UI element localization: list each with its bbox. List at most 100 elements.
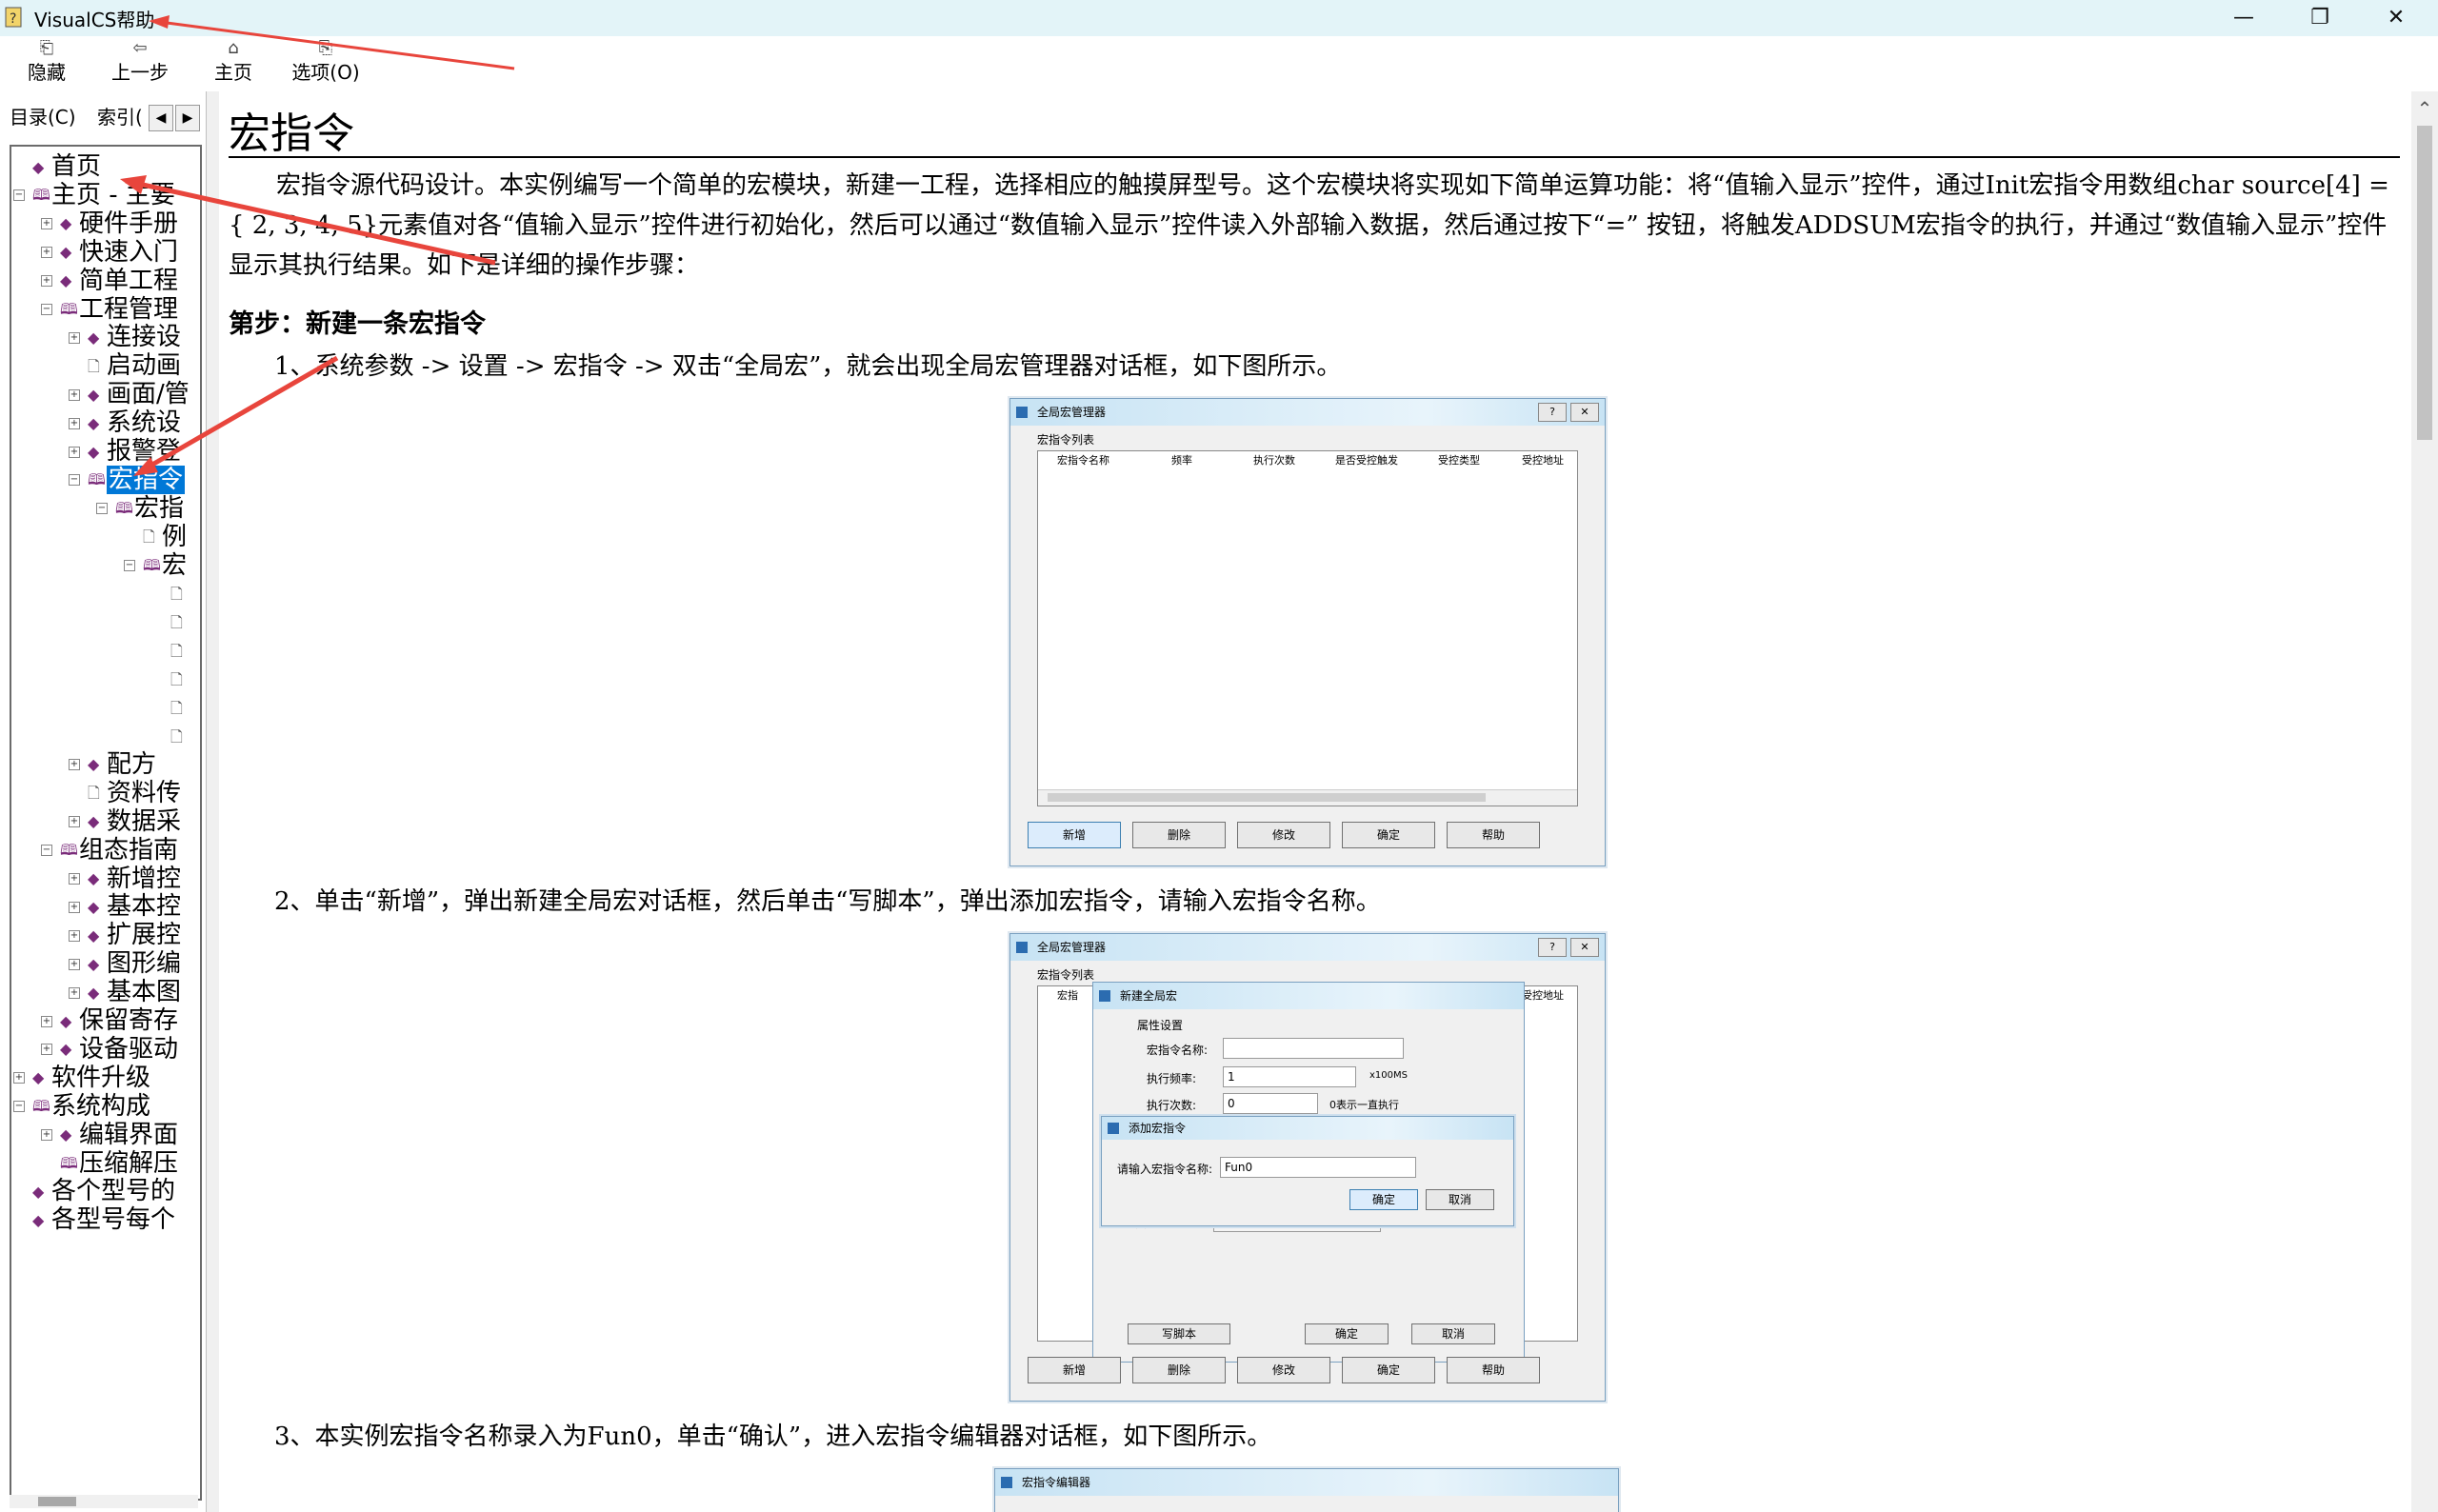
book-icon: ◆	[88, 925, 100, 945]
tree-item[interactable]: 🕮压缩解压	[41, 1149, 178, 1178]
tree-item[interactable]: 🗋	[151, 722, 190, 750]
intro-paragraph: 宏指令源代码设计。本实例编写一个简单的宏模块，新建一工程，选择相应的触摸屏型号。…	[229, 171, 2389, 280]
tree-item[interactable]: + ◆ 画面/管	[69, 380, 190, 408]
collapse-icon[interactable]: −	[41, 845, 52, 857]
tree-item[interactable]: − 🕮组态指南	[41, 836, 178, 865]
tree-item[interactable]: − 🕮主页 - 主要	[13, 181, 175, 209]
tree-item[interactable]: − 🕮宏	[124, 551, 187, 580]
minimize-button[interactable]: —	[2206, 0, 2282, 36]
tree-item[interactable]: + ◆ 新增控	[69, 865, 181, 893]
tree-item[interactable]: 🗋	[151, 636, 190, 665]
home-button[interactable]: ⌂ 主页	[210, 38, 257, 86]
expand-icon[interactable]: +	[69, 816, 80, 828]
tree-item[interactable]: + ◆ 保留寄存	[41, 1006, 178, 1035]
collapse-icon[interactable]: −	[13, 189, 25, 202]
tree-item[interactable]: − 🕮系统构成	[13, 1092, 150, 1121]
options-icon: ⎘	[318, 38, 333, 58]
expand-icon[interactable]: +	[69, 901, 80, 913]
maximize-button[interactable]: ❐	[2282, 0, 2358, 36]
tree-item-label: 图形编	[107, 949, 182, 979]
frequency-label: 执行频率:	[1147, 1072, 1197, 1085]
tree-item[interactable]: 🗋	[151, 693, 190, 722]
column-header: 受控地址	[1522, 989, 1564, 1002]
delete-button: 删除	[1132, 822, 1226, 848]
expand-icon[interactable]: +	[41, 275, 52, 288]
expand-icon[interactable]: +	[69, 417, 80, 429]
collapse-icon[interactable]: −	[96, 503, 108, 515]
tree-item[interactable]: − 🕮工程管理	[41, 295, 178, 324]
add-macro-dialog: 添加宏指令 请输入宏指令名称: Fun0 确定 取消	[1101, 1116, 1514, 1226]
dialog-icon	[1001, 1477, 1012, 1488]
tree-item[interactable]: + ◆ 基本图	[69, 978, 181, 1006]
tree-item[interactable]: 🗋 例	[124, 523, 187, 551]
tree-item[interactable]: − 🕮宏指	[96, 494, 184, 523]
tree-item[interactable]: + ◆ 设备驱动	[41, 1035, 178, 1064]
frequency-field: 1	[1223, 1066, 1356, 1087]
close-button[interactable]: ✕	[2358, 0, 2434, 36]
options-button[interactable]: ⎘ 选项(O)	[286, 38, 366, 86]
property-group-label: 属性设置	[1137, 1019, 1184, 1032]
tree-item[interactable]: + ◆ 报警登	[69, 437, 181, 466]
tab-scroll-left-button[interactable]: ◀	[149, 105, 173, 131]
expand-icon[interactable]: +	[69, 929, 80, 942]
expand-icon[interactable]: +	[41, 218, 52, 230]
expand-icon[interactable]: +	[69, 873, 80, 885]
scrollbar-thumb[interactable]	[2417, 126, 2432, 440]
scrollbar-thumb[interactable]	[38, 1497, 76, 1506]
expand-icon[interactable]: +	[69, 446, 80, 458]
expand-icon[interactable]: +	[69, 958, 80, 970]
expand-icon[interactable]: +	[69, 331, 80, 344]
tree-item[interactable]: ◆ 各个型号的	[13, 1177, 175, 1205]
tab-scroll-right-button[interactable]: ▶	[175, 105, 200, 131]
expand-icon[interactable]: +	[41, 247, 52, 259]
collapse-icon[interactable]: −	[69, 474, 80, 487]
book-icon: ◆	[88, 954, 100, 973]
tree-item[interactable]: + ◆ 快速入门	[41, 238, 178, 267]
tree-item[interactable]: + ◆ 简单工程	[41, 267, 178, 295]
tree-item[interactable]: + ◆ 基本控	[69, 892, 181, 921]
ok-button: 确定	[1342, 822, 1435, 848]
tab-index[interactable]: 索引(	[97, 103, 154, 131]
tree-item[interactable]: + ◆ 数据采	[69, 807, 181, 836]
hide-button[interactable]: ⎗ 隐藏	[23, 38, 70, 86]
expand-icon[interactable]: +	[69, 388, 80, 401]
scroll-up-icon[interactable]: ⌃	[2411, 97, 2438, 120]
step3-text: 3、本实例宏指令名称录入为Fun0，单击“确认”，进入宏指令编辑器对话框，如下图…	[274, 1422, 1272, 1451]
expand-icon[interactable]: +	[41, 1044, 52, 1056]
add-ok-button: 确定	[1349, 1189, 1418, 1210]
expand-icon[interactable]: +	[41, 1129, 52, 1142]
tree-item[interactable]: 🗋	[151, 665, 190, 693]
tree-item-selected[interactable]: − 🕮 宏指令	[69, 465, 186, 494]
tree-item-label: 画面/管	[107, 380, 190, 409]
tree-item[interactable]: + ◆ 扩展控	[69, 921, 181, 949]
tree-item[interactable]: + ◆ 硬件手册	[41, 209, 178, 238]
tree-item[interactable]: + ◆ 系统设	[69, 408, 181, 437]
tree-item[interactable]: + ◆ 编辑界面	[41, 1121, 178, 1149]
tree-horizontal-scrollbar[interactable]	[10, 1495, 198, 1508]
tree-item[interactable]: 🗋	[151, 580, 190, 608]
tree-item[interactable]: 🗋 资料传	[69, 779, 181, 807]
collapse-icon[interactable]: −	[13, 1101, 25, 1113]
tree-item[interactable]: ◆ 各型号每个	[13, 1205, 175, 1234]
expand-icon[interactable]: +	[13, 1072, 25, 1084]
global-macro-manager-screenshot: 全局宏管理器 ? ✕ 宏指令列表 宏指令名称 频率 执行次数 是否受控触发 受控…	[1009, 398, 1606, 866]
tree-item[interactable]: ◆ 首页	[13, 152, 101, 181]
name-label: 宏指令名称:	[1147, 1044, 1209, 1057]
expand-icon[interactable]: +	[69, 986, 80, 999]
content-vertical-scrollbar[interactable]: ⌃	[2411, 91, 2438, 1512]
tree-item[interactable]: 🗋	[151, 607, 190, 636]
tree-item[interactable]: + ◆ 连接设	[69, 323, 181, 351]
step1-text: 1、系统参数 -> 设置 -> 宏指令 -> 双击“全局宏”，就会出现全局宏管理…	[274, 352, 1342, 381]
tree-item-label: 首页	[51, 152, 102, 181]
back-button[interactable]: ⇦ 上一步	[107, 38, 173, 86]
collapse-icon[interactable]: −	[41, 304, 52, 315]
tree-item[interactable]: 🗋 启动画	[69, 351, 181, 380]
tree-item[interactable]: + ◆ 软件升级	[13, 1064, 150, 1092]
tab-contents[interactable]: 目录(C)	[10, 103, 86, 131]
macro-list: 宏指令名称 频率 执行次数 是否受控触发 受控类型 受控地址	[1037, 450, 1578, 806]
tree-item[interactable]: + ◆ 配方	[69, 750, 156, 779]
tree-item[interactable]: + ◆ 图形编	[69, 949, 181, 978]
expand-icon[interactable]: +	[69, 759, 80, 771]
collapse-icon[interactable]: −	[124, 560, 135, 572]
expand-icon[interactable]: +	[41, 1015, 52, 1027]
